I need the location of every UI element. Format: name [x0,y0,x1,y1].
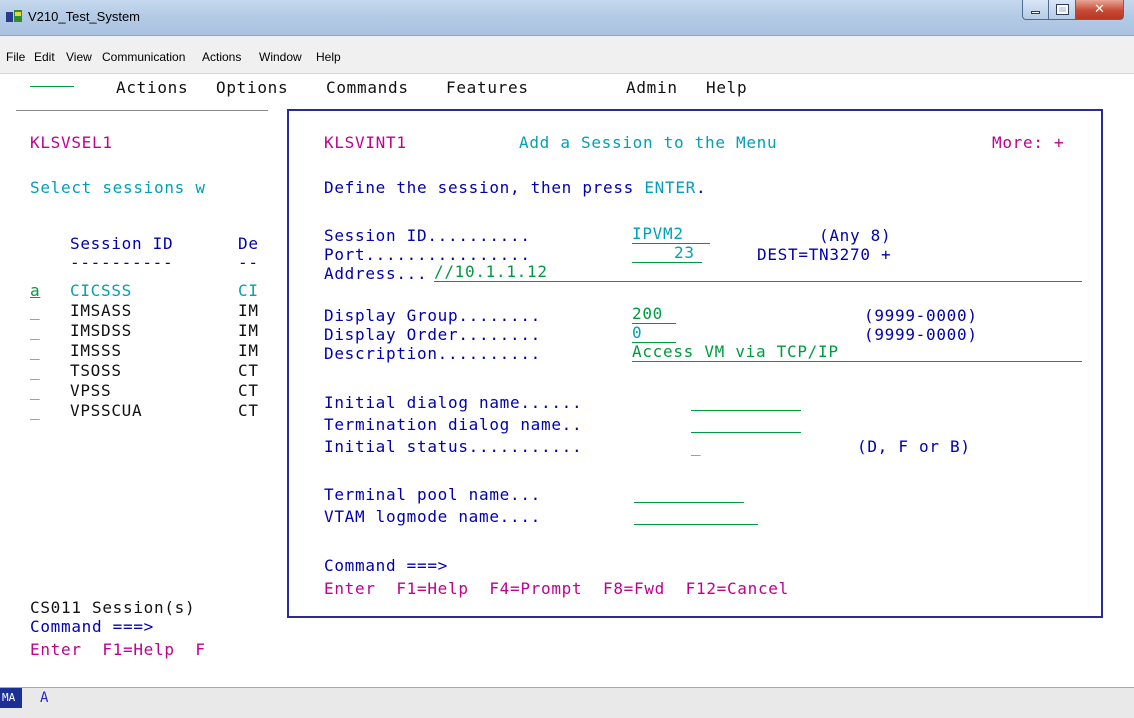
maximize-icon [1055,4,1069,15]
session-id-tsoss: TSOSS [70,361,122,380]
terminal-pool-input[interactable] [634,485,744,503]
close-icon: ✕ [1094,2,1105,17]
popup-instruction-key: ENTER [644,178,696,197]
session-id-imsss: IMSSS [70,341,122,360]
session-id-vpsscua: VPSSCUA [70,401,143,420]
terminal-screen: Actions Options Commands Features Admin … [0,74,1134,687]
session-id-hint: (Any 8) [819,226,892,245]
terminal-pool-label: Terminal pool name... [324,485,541,504]
minimize-button[interactable] [1022,0,1049,20]
popup-command-label: Command ===> [324,556,448,575]
action-bar-features[interactable]: Features [446,78,529,98]
session-desc-vpsscua: CT [238,401,259,420]
display-group-hint: (9999-0000) [864,306,978,325]
popup-panel-id: KLSVINT1 [324,133,407,152]
col-header-session-id: Session ID [70,234,174,253]
action-bar-input[interactable] [30,69,74,87]
status-char: A [40,690,49,706]
terminal-emulator-icon[interactable] [6,10,22,24]
session-select-imsdss[interactable]: _ [30,321,40,341]
session-select-vpss[interactable]: _ [30,381,40,401]
vtam-logmode-input[interactable] [634,507,758,525]
status-bar: MA A [0,687,1134,718]
status-indicator: MA [0,688,22,708]
popup-instruction-text: Define the session, then press [324,178,645,197]
session-select-tsoss[interactable]: _ [30,361,40,381]
display-order-value: 0 [632,323,643,342]
session-desc-tsoss: CT [238,361,259,380]
left-panel-message: CS011 Session(s) [30,598,196,617]
popup-fkeys[interactable]: Enter F1=Help F4=Prompt F8=Fwd F12=Cance… [324,579,789,599]
session-id-label: Session ID.......... [324,226,531,245]
initial-status-label: Initial status........... [324,437,583,456]
session-id-cicsss: CICSSS [70,281,132,300]
window-title: V210_Test_System [28,9,141,24]
session-select-vpsscua[interactable]: _ [30,401,40,421]
maximize-button[interactable] [1049,0,1076,20]
session-desc-vpss: CT [238,381,259,400]
left-panel-fkeys[interactable]: Enter F1=Help F [30,640,206,660]
initial-dialog-input[interactable] [691,393,801,411]
termination-dialog-label: Termination dialog name.. [324,415,583,434]
vtam-logmode-label: VTAM logmode name.... [324,507,541,526]
col-header-session-id-rule: ---------- [70,253,174,272]
display-order-hint: (9999-0000) [864,325,978,344]
menu-communication[interactable]: Communication [102,50,185,64]
session-id-value: IPVM2 [632,224,684,243]
initial-status-hint: (D, F or B) [857,437,971,456]
address-label: Address... [324,264,428,283]
action-bar-commands[interactable]: Commands [326,78,409,98]
action-bar-actions[interactable]: Actions [116,78,188,98]
popup-title: Add a Session to the Menu [519,133,778,152]
left-panel-id: KLSVSEL1 [30,133,113,152]
address-value: //10.1.1.12 [434,262,548,281]
popup-instruction: Define the session, then press ENTER. [324,178,706,198]
left-panel-command-label: Command ===> [30,617,154,636]
session-select-imsass[interactable]: _ [30,301,40,321]
session-select-cicsss[interactable]: a [30,281,40,301]
session-desc-imsss: IM [238,341,259,360]
display-group-value: 200 [632,304,663,323]
session-desc-cicsss: CI [238,281,259,300]
description-value: Access VM via TCP/IP [632,342,839,361]
session-id-imsdss: IMSDSS [70,321,132,340]
action-bar-options[interactable]: Options [216,78,288,98]
add-session-popup: KLSVINT1 Add a Session to the Menu More:… [287,109,1103,618]
session-select-imsss[interactable]: _ [30,341,40,361]
port-dest[interactable]: DEST=TN3270 + [757,245,891,265]
termination-dialog-input[interactable] [691,415,801,433]
initial-dialog-label: Initial dialog name...... [324,393,583,412]
session-id-vpss: VPSS [70,381,112,400]
display-group-label: Display Group........ [324,306,541,325]
action-bar-help[interactable]: Help [706,78,747,98]
action-bar-divider [16,110,268,111]
close-button[interactable]: ✕ [1076,0,1124,20]
col-header-desc: De [238,234,259,253]
session-desc-imsdss: IM [238,321,259,340]
status-indicator-text: MA [2,691,16,704]
menu-actions[interactable]: Actions [202,50,241,64]
menu-edit[interactable]: Edit [34,50,55,64]
left-panel-instructions: Select sessions w [30,178,206,197]
col-header-desc-rule: -- [238,253,259,272]
session-desc-imsass: IM [238,301,259,320]
menu-view[interactable]: View [66,50,92,64]
session-id-imsass: IMSASS [70,301,132,320]
menu-window[interactable]: Window [259,50,302,64]
menu-bar: File Edit View Communication Actions Win… [0,36,1134,74]
title-bar: V210_Test_System ✕ [0,0,1134,36]
popup-instruction-end: . [696,178,707,197]
display-order-label: Display Order........ [324,325,541,344]
initial-status-input[interactable]: _ [691,437,701,457]
menu-help[interactable]: Help [316,50,341,64]
menu-file[interactable]: File [6,50,25,64]
popup-more-indicator[interactable]: More: + [992,133,1064,153]
action-bar-admin[interactable]: Admin [626,78,678,98]
minimize-icon [1031,11,1040,14]
description-label: Description.......... [324,344,541,363]
port-value: 23 [674,243,695,262]
